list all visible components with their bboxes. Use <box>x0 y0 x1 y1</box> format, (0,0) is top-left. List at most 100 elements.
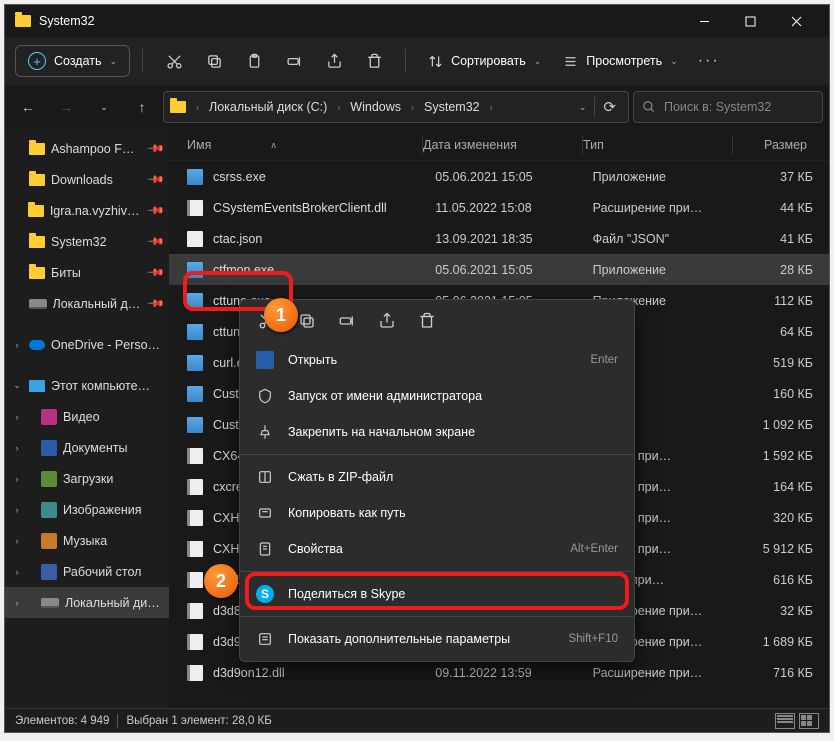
table-row[interactable]: ctac.json13.09.2021 18:35Файл "JSON"41 К… <box>169 223 829 254</box>
folder-icon <box>28 205 44 217</box>
exe-icon <box>187 355 203 371</box>
new-button[interactable]: + Создать ⌄ <box>15 45 130 77</box>
sidebar-item[interactable]: ›Документы <box>5 432 169 463</box>
chevron-right-icon: › <box>196 102 199 112</box>
context-pin-start[interactable]: Закрепить на начальном экране <box>240 414 634 450</box>
sidebar-item[interactable]: ›Загрузки <box>5 463 169 494</box>
sidebar-item[interactable]: Биты📌 <box>5 257 169 288</box>
paste-icon[interactable] <box>235 42 273 80</box>
sidebar-item[interactable]: ›Видео <box>5 401 169 432</box>
sidebar-item-label: Биты <box>51 266 81 280</box>
sidebar-item[interactable]: Ashampoo F…📌 <box>5 133 169 164</box>
sort-button[interactable]: Сортировать ⌄ <box>418 48 551 75</box>
column-type[interactable]: Тип <box>583 135 733 155</box>
file-type: Приложение <box>593 263 741 277</box>
pc-icon <box>29 380 45 392</box>
cut-icon[interactable] <box>155 42 193 80</box>
context-copy-path[interactable]: Копировать как путь <box>240 495 634 531</box>
rename-icon[interactable] <box>336 310 358 332</box>
context-zip[interactable]: Сжать в ZIP-файл <box>240 459 634 495</box>
sidebar-item[interactable]: ›Локальный ди… <box>5 587 169 618</box>
refresh-icon[interactable]: ⟳ <box>603 98 616 116</box>
exe-icon <box>187 417 203 433</box>
sidebar-item[interactable]: Igra.na.vyzhivan…📌 <box>5 195 169 226</box>
file-size: 716 КБ <box>740 666 829 680</box>
sidebar-item[interactable]: ›Музыка <box>5 525 169 556</box>
sort-label: Сортировать <box>451 54 526 68</box>
sidebar-item[interactable]: ⌄Этот компьюте… <box>5 370 169 401</box>
folder-icon <box>29 267 45 279</box>
file-name: ctac.json <box>213 232 435 246</box>
details-view-icon[interactable] <box>775 713 795 729</box>
dll-icon <box>187 634 203 650</box>
close-button[interactable] <box>773 5 819 37</box>
breadcrumb[interactable]: › Локальный диск (C:) › Windows › System… <box>163 91 629 123</box>
sidebar-item[interactable]: Локальный ди…📌 <box>5 288 169 319</box>
sidebar-item-label: Igra.na.vyzhivan… <box>50 204 143 218</box>
more-button[interactable]: ··· <box>690 42 728 80</box>
breadcrumb-segment[interactable]: System32 <box>420 98 484 116</box>
column-name[interactable]: Имяʌ <box>187 135 423 155</box>
file-date: 13.09.2021 18:35 <box>435 232 592 246</box>
icons-view-icon[interactable] <box>799 713 819 729</box>
chevron-down-icon[interactable]: ⌄ <box>579 102 587 113</box>
skype-icon: S <box>256 585 274 603</box>
column-size[interactable]: Размер <box>733 138 823 152</box>
view-button[interactable]: Просмотреть ⌄ <box>553 48 687 75</box>
table-row[interactable]: csrss.exe05.06.2021 15:05Приложение37 КБ <box>169 161 829 192</box>
table-row[interactable]: ctfmon.exe05.06.2021 15:05Приложение28 К… <box>169 254 829 285</box>
file-size: 44 КБ <box>740 201 829 215</box>
properties-icon <box>256 540 274 558</box>
exe-icon <box>187 293 203 309</box>
delete-icon[interactable] <box>416 310 438 332</box>
sidebar-item[interactable]: ›Изображения <box>5 494 169 525</box>
dll-icon <box>187 541 203 557</box>
table-row[interactable]: CSystemEventsBrokerClient.dll11.05.2022 … <box>169 192 829 223</box>
sidebar-item[interactable]: Downloads📌 <box>5 164 169 195</box>
minimize-button[interactable] <box>681 5 727 37</box>
file-type: Файл "JSON" <box>593 232 741 246</box>
up-button[interactable]: ↑ <box>125 90 159 124</box>
context-properties[interactable]: Свойства Alt+Enter <box>240 531 634 567</box>
file-size: 320 КБ <box>740 511 829 525</box>
sort-asc-icon: ʌ <box>271 140 276 150</box>
file-size: 1 592 КБ <box>740 449 829 463</box>
column-headers: Имяʌ Дата изменения Тип Размер <box>169 129 829 161</box>
delete-icon[interactable] <box>355 42 393 80</box>
file-size: 28 КБ <box>740 263 829 277</box>
search-input[interactable]: Поиск в: System32 <box>633 91 823 123</box>
folder-icon <box>29 236 45 248</box>
share-icon[interactable] <box>376 310 398 332</box>
dll-icon <box>187 603 203 619</box>
exe-icon <box>187 262 203 278</box>
sidebar-item[interactable]: System32📌 <box>5 226 169 257</box>
zip-icon <box>256 468 274 486</box>
context-run-admin[interactable]: Запуск от имени администратора <box>240 378 634 414</box>
back-button[interactable]: ← <box>11 90 45 124</box>
folder-icon <box>15 15 31 27</box>
copy-icon[interactable] <box>195 42 233 80</box>
chevron-right-icon: › <box>490 102 493 112</box>
breadcrumb-segment[interactable]: Windows <box>346 98 405 116</box>
recent-button[interactable]: ⌄ <box>87 90 121 124</box>
context-show-more[interactable]: Показать дополнительные параметры Shift+… <box>240 621 634 657</box>
copy-icon[interactable] <box>296 310 318 332</box>
maximize-button[interactable] <box>727 5 773 37</box>
rename-icon[interactable] <box>275 42 313 80</box>
shield-icon <box>256 387 274 405</box>
chevron-right-icon: › <box>411 102 414 112</box>
file-date: 11.05.2022 15:08 <box>435 201 592 215</box>
status-selected: Выбран 1 элемент: 28,0 КБ <box>126 715 271 727</box>
file-size: 616 КБ <box>740 573 829 587</box>
sidebar-item[interactable]: ›OneDrive - Perso… <box>5 329 169 360</box>
context-open[interactable]: Открыть Enter <box>240 342 634 378</box>
new-label: Создать <box>54 54 102 68</box>
forward-button[interactable]: → <box>49 90 83 124</box>
sidebar-item[interactable]: ›Рабочий стол <box>5 556 169 587</box>
breadcrumb-segment[interactable]: Локальный диск (C:) <box>205 98 331 116</box>
context-skype[interactable]: S Поделиться в Skype <box>240 576 634 612</box>
share-icon[interactable] <box>315 42 353 80</box>
blue2-icon <box>41 564 57 580</box>
column-date[interactable]: Дата изменения <box>423 135 583 155</box>
annotation-badge-2: 2 <box>204 564 238 598</box>
